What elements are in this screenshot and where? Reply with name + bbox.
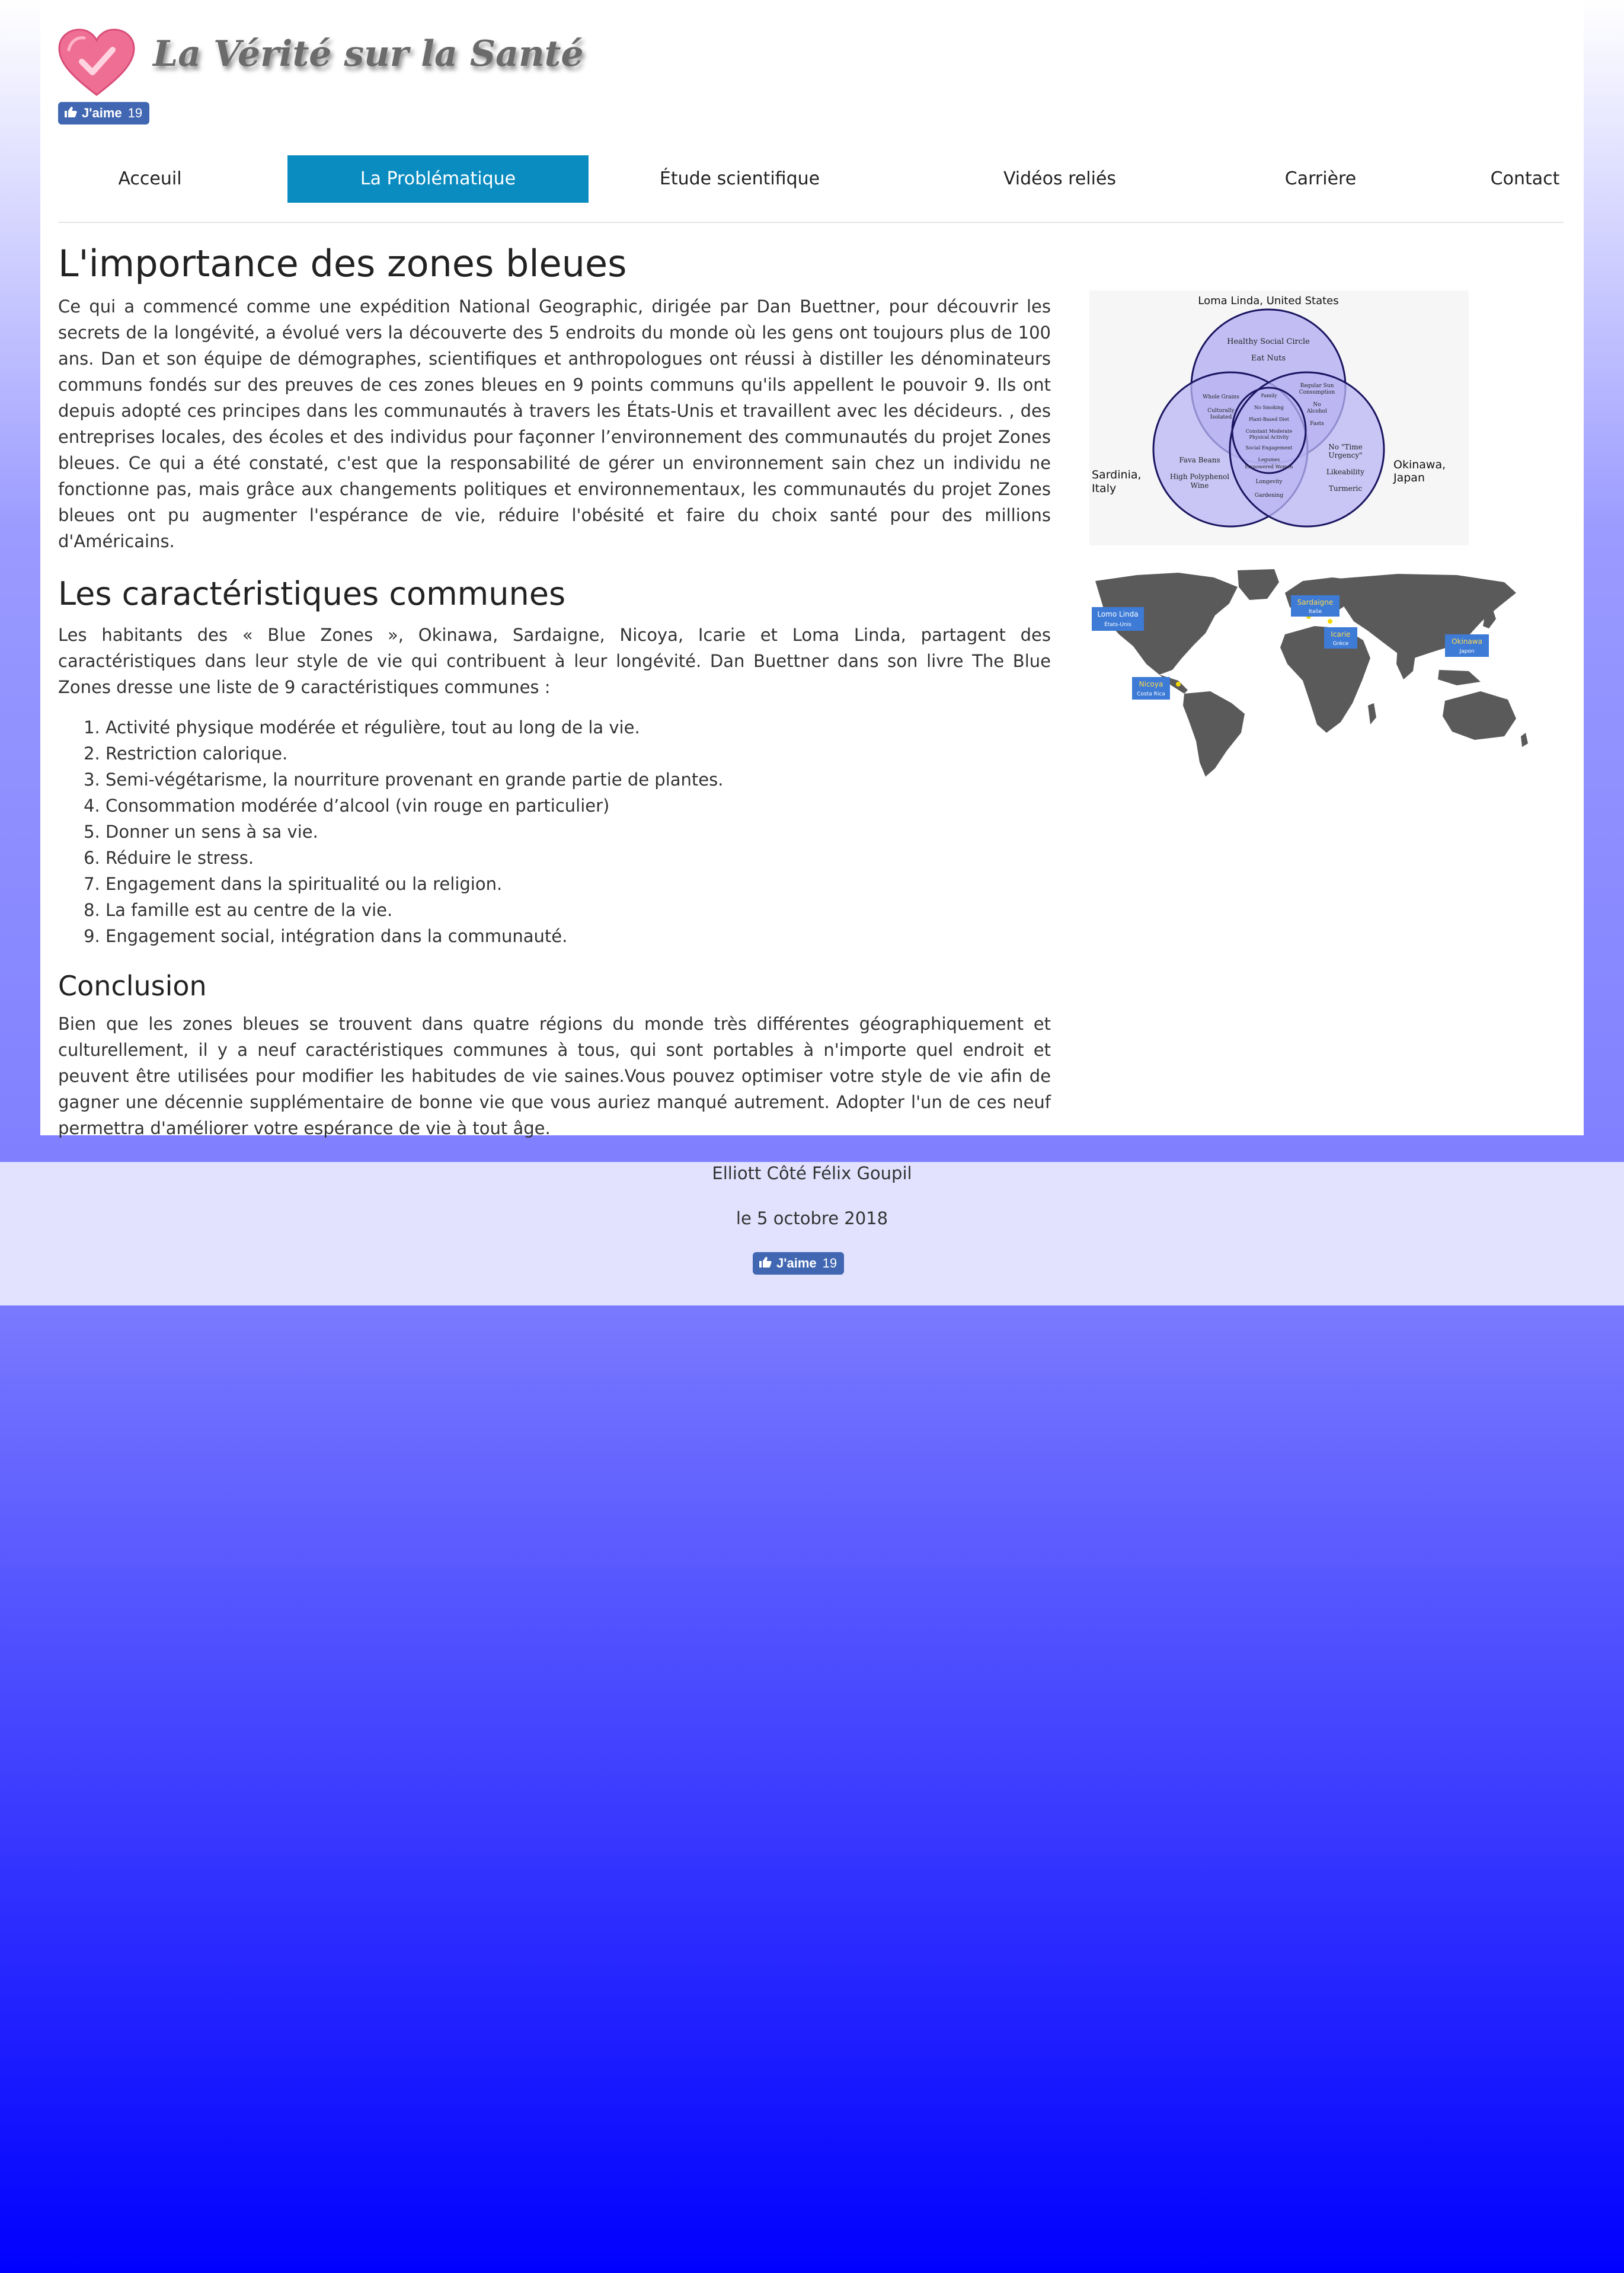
blue-zones-venn-diagram: Loma Linda, United States Sardinia, Ital… xyxy=(1089,290,1469,545)
venn-label-left-2: Italy xyxy=(1092,482,1116,495)
venn-text: Whole Grains xyxy=(1203,394,1239,400)
nav-item-carriere[interactable]: Carrière xyxy=(1196,155,1445,203)
list-item: La famille est au centre de la vie. xyxy=(106,897,1051,923)
thumbs-up-icon xyxy=(759,1253,772,1275)
map-tag-sub: Grèce xyxy=(1333,640,1349,647)
list-item: Engagement dans la spiritualité ou la re… xyxy=(106,871,1051,897)
venn-text: Wine xyxy=(1191,481,1209,490)
map-marker xyxy=(1328,619,1332,624)
map-tag-sub: États-Unis xyxy=(1104,621,1131,628)
blue-zones-world-map: Lomo Linda États-Unis Sardaigne Italie I… xyxy=(1092,569,1528,777)
heart-check-icon xyxy=(58,28,135,96)
intro-paragraph: Ce qui a commencé comme une expédition N… xyxy=(58,296,1051,551)
venn-text: Consumption xyxy=(1299,390,1335,395)
venn-text: Physical Activity xyxy=(1249,435,1289,440)
facebook-like-button[interactable]: J'aime 19 xyxy=(58,102,150,125)
site-title: La Vérité sur la Santé xyxy=(153,33,584,75)
footer-date: le 5 octobre 2018 xyxy=(736,1208,888,1228)
characteristics-list: Activité physique modérée et régulière, … xyxy=(58,714,1051,949)
venn-text: Legumes xyxy=(1258,457,1280,462)
section-title-caracteristiques: Les caractéristiques communes xyxy=(58,575,566,612)
main-nav: Acceuil La Problématique Étude scientifi… xyxy=(58,155,1564,203)
venn-label-right-2: Japan xyxy=(1393,471,1425,484)
venn-label-right-1: Okinawa, xyxy=(1393,458,1446,471)
map-tag-name: Okinawa xyxy=(1452,637,1482,646)
list-item: Semi-végétarisme, la nourriture provenan… xyxy=(106,767,1051,793)
venn-text: Likeability xyxy=(1326,468,1364,476)
venn-label-left-1: Sardinia, xyxy=(1092,468,1142,481)
venn-text: Longevity xyxy=(1256,479,1283,485)
venn-text: Family xyxy=(1261,393,1277,398)
venn-text: Gardening xyxy=(1255,493,1283,499)
venn-text: Culturally xyxy=(1207,408,1235,414)
nav-item-problematique[interactable]: La Problématique xyxy=(287,155,589,203)
map-tag-name: Sardaigne xyxy=(1297,598,1334,606)
map-tag-name: Icarie xyxy=(1331,630,1350,639)
venn-text: Urgency" xyxy=(1328,451,1362,459)
footer-facebook-like-button[interactable]: J'aime 19 xyxy=(753,1252,845,1275)
venn-text: Isolated xyxy=(1210,414,1232,420)
map-tag-sub: Italie xyxy=(1309,609,1322,615)
list-item: Donner un sens à sa vie. xyxy=(106,819,1051,845)
venn-text: Turmeric xyxy=(1329,484,1363,493)
venn-text: No Smoking xyxy=(1254,405,1284,410)
map-tag-nicoya: Nicoya Costa Rica xyxy=(1132,677,1170,700)
venn-text: Empowered Women xyxy=(1245,464,1293,470)
map-tag-icarie: Icarie Grèce xyxy=(1324,627,1357,649)
footer-authors: Elliott Côté Félix Goupil xyxy=(712,1163,912,1183)
page-title: L'importance des zones bleues xyxy=(58,242,627,285)
venn-text: Fasts xyxy=(1310,421,1324,427)
venn-text: Healthy Social Circle xyxy=(1227,337,1310,346)
venn-text: Alcohol xyxy=(1306,408,1327,414)
list-item: Activité physique modérée et régulière, … xyxy=(106,714,1051,740)
venn-text: Regular Sun xyxy=(1300,383,1334,389)
main-content: L'importance des zones bleues Ce qui a c… xyxy=(58,234,1051,1141)
venn-text: No "Time xyxy=(1328,443,1362,451)
venn-text: Eat Nuts xyxy=(1251,354,1286,363)
list-item: Engagement social, intégration dans la c… xyxy=(106,923,1051,949)
venn-text: Social Engagement xyxy=(1246,445,1293,451)
like-count: 19 xyxy=(822,1256,837,1270)
nav-item-acceuil[interactable]: Acceuil xyxy=(58,155,242,203)
map-marker xyxy=(1176,682,1181,687)
map-tag-loma-linda: Lomo Linda États-Unis xyxy=(1092,607,1144,631)
venn-label-top: Loma Linda, United States xyxy=(1198,295,1338,307)
venn-text: High Polyphenol xyxy=(1170,473,1229,481)
nav-item-videos-relies[interactable]: Vidéos reliés xyxy=(912,155,1208,203)
conclusion-paragraph: Bien que les zones bleues se trouvent da… xyxy=(58,1014,1051,1138)
list-item: Consommation modérée d’alcool (vin rouge… xyxy=(106,793,1051,819)
venn-text: No xyxy=(1313,402,1321,408)
map-tag-sub: Japon xyxy=(1459,649,1474,655)
nav-divider xyxy=(58,222,1564,223)
nav-item-contact[interactable]: Contact xyxy=(1439,155,1611,203)
like-count: 19 xyxy=(127,106,143,120)
thumbs-up-icon xyxy=(64,103,77,125)
nav-item-etude-scientifique[interactable]: Étude scientifique xyxy=(592,155,888,203)
map-tag-name: Lomo Linda xyxy=(1097,610,1138,618)
page-card: La Vérité sur la Santé J'aime 19 Acceuil … xyxy=(40,0,1584,1138)
map-tag-name: Nicoya xyxy=(1139,680,1163,688)
map-tag-okinawa: Okinawa Japon xyxy=(1445,634,1489,657)
like-label: J'aime xyxy=(82,106,122,120)
list-item: Restriction calorique. xyxy=(106,740,1051,767)
page-footer: Elliott Côté Félix Goupil le 5 octobre 2… xyxy=(0,1162,1624,1305)
venn-text: Constant Moderate xyxy=(1246,429,1293,434)
section-title-conclusion: Conclusion xyxy=(58,970,207,1002)
venn-text: Plant-Based Diet xyxy=(1249,417,1290,422)
list-item: Réduire le stress. xyxy=(106,845,1051,871)
map-tag-sub: Costa Rica xyxy=(1137,691,1165,697)
like-label: J'aime xyxy=(776,1256,817,1270)
section-paragraph-caracteristiques: Les habitants des « Blue Zones », Okinaw… xyxy=(58,625,1051,697)
map-tag-sardaigne: Sardaigne Italie xyxy=(1291,595,1340,617)
venn-text: Fava Beans xyxy=(1179,456,1220,464)
